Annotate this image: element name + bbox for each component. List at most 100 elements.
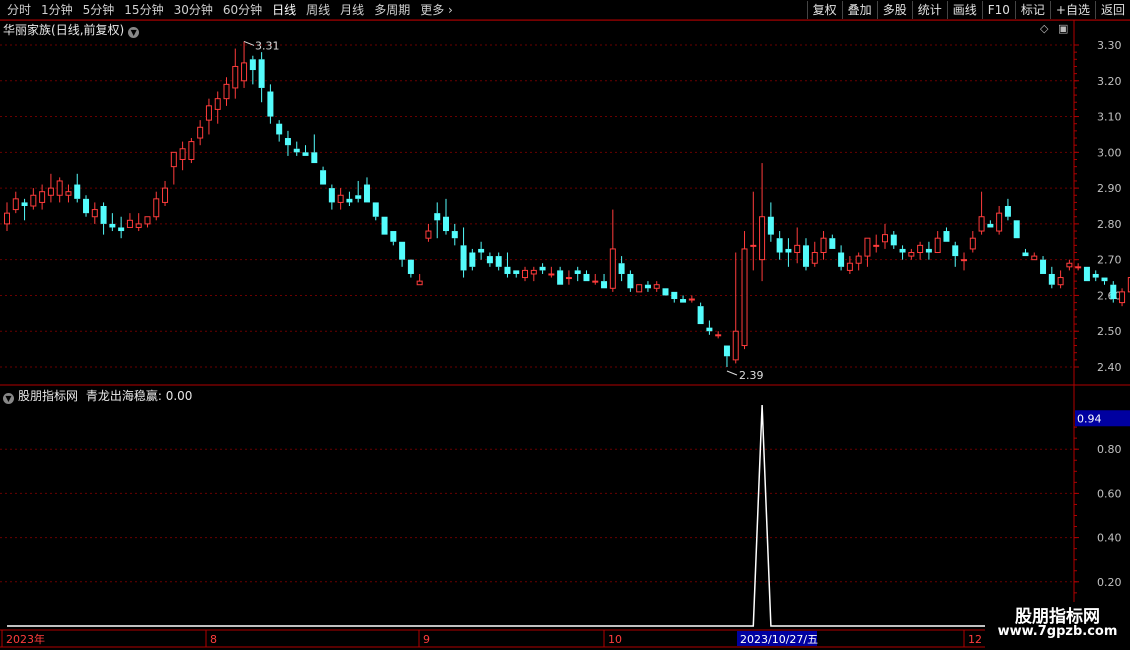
candle-body <box>899 248 906 253</box>
time-label-1: 8 <box>210 633 217 646</box>
candle-body <box>205 105 212 121</box>
price-tick-label-3: 3.00 <box>1097 146 1122 159</box>
price-tick-label-2: 3.10 <box>1097 111 1122 124</box>
candle-body <box>882 234 888 243</box>
candle-body <box>1110 284 1117 300</box>
candle-body <box>12 198 19 211</box>
candle-body <box>30 194 37 207</box>
candle-body <box>864 237 871 257</box>
price-tick-label-8: 2.50 <box>1097 325 1122 338</box>
candle-body <box>574 270 581 274</box>
candle-body <box>1022 252 1029 257</box>
candle-body <box>407 259 414 274</box>
candle-body <box>741 248 748 347</box>
candle-body <box>135 223 142 228</box>
candle-body <box>249 59 256 71</box>
candle-body <box>1004 206 1011 217</box>
candle-body <box>662 288 669 296</box>
candle-body <box>917 244 924 254</box>
candle-body <box>609 248 616 289</box>
candle-body <box>188 141 195 160</box>
time-label-3: 10 <box>608 633 622 646</box>
time-label-0: 2023年 <box>6 632 45 646</box>
candle-body <box>328 188 335 203</box>
indicator-current-value: 0.94 <box>1077 412 1102 425</box>
candle-body <box>1031 255 1038 261</box>
candle-body <box>293 148 300 153</box>
candle-body <box>83 198 90 214</box>
candle-body <box>583 273 590 282</box>
low-marker-line <box>726 370 738 376</box>
candle-body <box>715 334 722 337</box>
candle-body <box>39 191 46 203</box>
candle-body <box>126 219 133 228</box>
candle-body <box>144 216 151 225</box>
price-tick-label-9: 2.40 <box>1097 361 1122 374</box>
candle-body <box>723 345 730 357</box>
candle-body <box>1075 266 1082 269</box>
candle-body <box>996 212 1003 232</box>
candle-body <box>890 234 897 246</box>
candle-body <box>425 230 432 239</box>
ind-tick-label-0: 0.80 <box>1097 443 1122 456</box>
candle-body <box>592 280 599 283</box>
candle-body <box>47 187 54 196</box>
candle-body <box>636 284 643 293</box>
candle-body <box>820 237 827 254</box>
candle-body <box>276 123 283 135</box>
candle-body <box>522 269 529 279</box>
time-label-4: 12 <box>968 633 982 646</box>
candle-body <box>767 216 774 235</box>
candle-body <box>337 194 344 203</box>
candle-body <box>170 151 177 168</box>
candle-body <box>118 227 125 232</box>
candle-body <box>346 198 353 203</box>
ind-tick-label-1: 0.60 <box>1097 487 1122 500</box>
candle-body <box>706 327 713 332</box>
candle-body <box>460 245 467 271</box>
candle-body <box>688 298 695 301</box>
candle-body <box>504 266 511 274</box>
candle-body <box>785 248 792 253</box>
candle-body <box>241 62 248 82</box>
candle-body <box>925 248 932 253</box>
price-tick-label-6: 2.70 <box>1097 254 1122 267</box>
candle-body <box>846 262 853 271</box>
candle-body <box>978 216 985 232</box>
candle-body <box>644 284 651 289</box>
candle-body <box>363 184 370 203</box>
candle-body <box>838 252 845 267</box>
candle-body <box>618 263 625 274</box>
candle-body <box>530 269 537 275</box>
candle-body <box>680 299 687 303</box>
candle-body <box>513 270 520 274</box>
candle-body <box>873 244 880 247</box>
candle-body <box>451 231 458 239</box>
ind-tick-label-3: 0.20 <box>1097 576 1122 589</box>
indicator-line <box>7 404 1130 627</box>
candle-body <box>232 65 239 89</box>
candle-body <box>1013 220 1020 239</box>
candle-body <box>1040 259 1047 274</box>
candle-body <box>601 281 608 289</box>
candle-body <box>372 202 379 217</box>
candle-body <box>223 83 230 100</box>
candle-body <box>750 244 757 247</box>
kline-chart[interactable]: 3.30 3.20 3.10 3.00 2.90 2.80 2.70 2.60 2.50 2.40… <box>0 0 1130 650</box>
candle-body <box>627 273 634 289</box>
price-tick-label-7: 2.60 <box>1097 289 1122 302</box>
price-tick-label-1: 3.20 <box>1097 75 1122 88</box>
candle-body <box>153 198 160 218</box>
candle-body <box>469 252 476 267</box>
candle-body <box>952 245 959 257</box>
candle-body <box>943 231 950 242</box>
candle-body <box>1066 262 1073 268</box>
candle-body <box>1092 273 1099 278</box>
candle-body <box>697 306 704 325</box>
candle-body <box>91 209 98 218</box>
candle-body <box>653 284 660 289</box>
candle-body <box>197 126 204 139</box>
price-tick-label-5: 2.80 <box>1097 218 1122 231</box>
candle-body <box>1119 291 1126 304</box>
candle-body <box>443 216 449 232</box>
